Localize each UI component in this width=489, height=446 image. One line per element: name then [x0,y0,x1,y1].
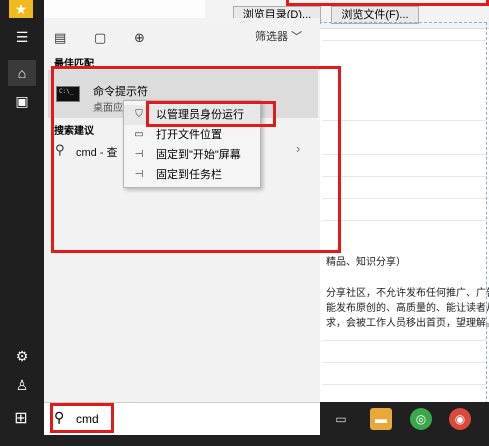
annotation-box [146,101,276,127]
hamburger-menu-icon[interactable]: ☰ [8,24,36,50]
annotation-box [51,66,341,253]
filter-dropdown[interactable]: 筛选器 ﹀ [255,28,302,44]
filter-label: 筛选器 [255,31,288,43]
browser-green-icon[interactable]: ◎ [410,408,432,430]
star-icon: ★ [9,0,33,18]
file-explorer-icon[interactable]: ▬ [370,408,392,430]
start-rail: ★ ☰ ⌂ ▣ ⚙ ♙ [0,0,44,446]
home-icon[interactable]: ⌂ [8,60,36,86]
task-view-icon[interactable]: ▭ [330,408,352,430]
windows-start-icon[interactable]: ⊞ [10,410,32,428]
annotation-box [286,0,489,6]
annotation-box [50,403,114,433]
chevron-down-icon: ﹀ [291,31,303,43]
user-icon[interactable]: ♙ [8,372,36,398]
apps-filter-icon[interactable]: ▤ [54,30,66,46]
chrome-icon[interactable]: ◉ [449,408,471,430]
documents-filter-icon[interactable]: ▢ [94,30,106,46]
web-filter-globe-icon[interactable]: ⊕ [134,30,145,46]
settings-gear-icon[interactable]: ⚙ [8,343,36,369]
documents-icon[interactable]: ▣ [8,88,36,114]
